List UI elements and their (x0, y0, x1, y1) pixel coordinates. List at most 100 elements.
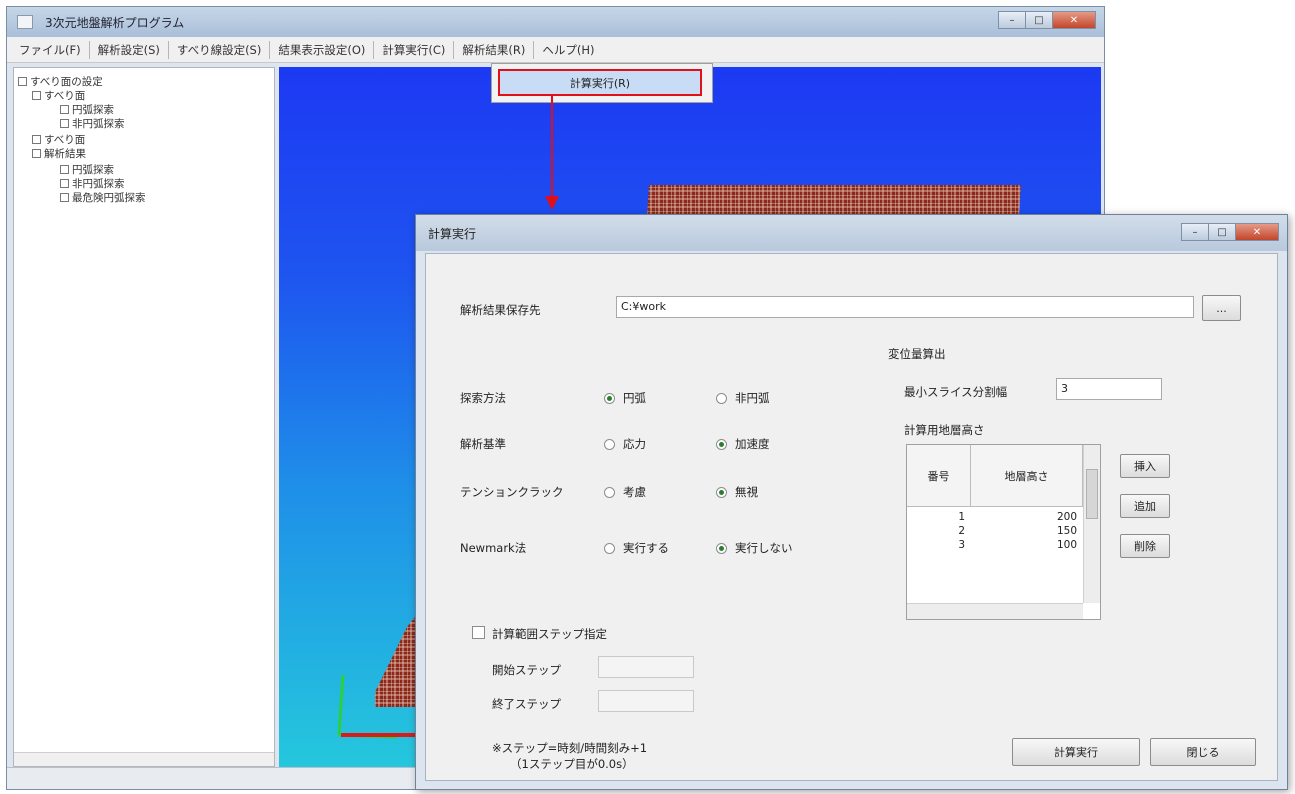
tree-item[interactable]: 非円弧探索 (60, 116, 125, 131)
scrollbar-thumb[interactable] (1086, 469, 1098, 519)
main-titlebar: 3次元地盤解析プログラム – □ ✕ (7, 7, 1104, 37)
layer-height-label: 計算用地層高さ (904, 423, 985, 437)
radio-label: 円弧 (623, 391, 646, 405)
radio-selected-icon (716, 486, 727, 498)
tree-item[interactable]: 非円弧探索 (60, 176, 125, 191)
grid-cell-no[interactable]: 1 (907, 511, 965, 523)
radio-label: 非円弧 (735, 391, 770, 405)
menu-calc-run[interactable]: 計算実行(C) (374, 39, 453, 61)
search-method-circular-radio[interactable]: 円弧 (604, 390, 646, 406)
save-dest-label: 解析結果保存先 (460, 303, 541, 317)
criteria-acceleration-radio[interactable]: 加速度 (716, 436, 770, 452)
tree-item[interactable]: 最危険円弧探索 (60, 190, 146, 205)
search-method-label: 探索方法 (460, 391, 506, 405)
tree-horizontal-scrollbar[interactable] (14, 752, 274, 766)
tree-panel: すべり面の設定 すべり面 円弧探索 非円弧探索 すべり面 解析結果 円弧探索 非… (13, 67, 275, 767)
tree-item-label: 円弧探索 (72, 164, 114, 176)
grid-cell-height[interactable]: 150 (971, 525, 1077, 537)
menu-file[interactable]: ファイル(F) (11, 39, 89, 61)
menu-result-display[interactable]: 結果表示設定(O) (270, 39, 373, 61)
radio-selected-icon (716, 438, 727, 450)
grid-cell-no[interactable]: 3 (907, 539, 965, 551)
step-range-checkbox[interactable] (472, 626, 485, 639)
newmark-norun-radio[interactable]: 実行しない (716, 540, 793, 556)
criteria-label: 解析基準 (460, 437, 506, 451)
save-dest-input[interactable]: C:¥work (616, 296, 1194, 318)
dialog-close-button[interactable]: ✕ (1235, 223, 1279, 241)
dialog-window-controls: – □ ✕ (1181, 223, 1279, 241)
model-top-surface (647, 185, 1021, 215)
dialog-minimize-button[interactable]: – (1181, 223, 1209, 241)
radio-unselected-icon (604, 438, 615, 450)
delete-button[interactable]: 削除 (1120, 534, 1170, 558)
start-step-input[interactable] (598, 656, 694, 678)
minimize-button[interactable]: – (998, 11, 1026, 29)
end-step-label: 終了ステップ (492, 697, 561, 711)
dialog-titlebar: 計算実行 – □ ✕ (416, 215, 1287, 251)
maximize-button[interactable]: □ (1025, 11, 1053, 29)
tree-item[interactable]: 円弧探索 (60, 102, 114, 117)
add-button[interactable]: 追加 (1120, 494, 1170, 518)
window-title: 3次元地盤解析プログラム (45, 16, 185, 30)
newmark-label: Newmark法 (460, 541, 527, 555)
tension-ignore-radio[interactable]: 無視 (716, 484, 758, 500)
tree-item-label: 解析結果 (44, 148, 86, 160)
expand-icon[interactable] (32, 149, 41, 158)
radio-label: 考慮 (623, 485, 646, 499)
close-button[interactable]: ✕ (1052, 11, 1096, 29)
grid-vertical-scrollbar[interactable] (1083, 445, 1100, 603)
tension-consider-radio[interactable]: 考慮 (604, 484, 646, 500)
grid-header-no[interactable]: 番号 (907, 445, 971, 507)
checkbox-icon[interactable] (60, 179, 69, 188)
checkbox-icon[interactable] (60, 193, 69, 202)
newmark-run-radio[interactable]: 実行する (604, 540, 669, 556)
tree-item[interactable]: 円弧探索 (60, 162, 114, 177)
tree-item[interactable]: すべり面 (32, 88, 85, 103)
menu-help[interactable]: ヘルプ(H) (534, 39, 602, 61)
search-method-noncircular-radio[interactable]: 非円弧 (716, 390, 770, 406)
checkbox-icon[interactable] (60, 165, 69, 174)
tree-item-label: 非円弧探索 (72, 178, 125, 190)
checkbox-icon[interactable] (60, 105, 69, 114)
expand-icon[interactable] (32, 91, 41, 100)
calc-menu-dropdown: 計算実行(R) (491, 63, 713, 103)
tree-item-label: 円弧探索 (72, 104, 114, 116)
expand-icon[interactable] (32, 135, 41, 144)
grid-cell-height[interactable]: 100 (971, 539, 1077, 551)
menu-analysis-results[interactable]: 解析結果(R) (454, 39, 533, 61)
tree-item[interactable]: 解析結果 (32, 146, 86, 161)
radio-label: 応力 (623, 437, 646, 451)
tree-item-label: すべり面 (44, 90, 86, 102)
end-step-input[interactable] (598, 690, 694, 712)
menu-analysis-settings[interactable]: 解析設定(S) (90, 39, 168, 61)
tree-item[interactable]: すべり面の設定 (18, 74, 103, 89)
insert-button[interactable]: 挿入 (1120, 454, 1170, 478)
annotation-arrow-icon (545, 96, 559, 210)
step-note-line1: ※ステップ=時刻/時間刻み+1 (492, 741, 648, 755)
layer-height-grid[interactable]: 番号 地層高さ 1 200 2 150 3 100 (906, 444, 1101, 620)
checkbox-icon[interactable] (60, 119, 69, 128)
tree-item[interactable]: すべり面 (32, 132, 85, 147)
grid-cell-no[interactable]: 2 (907, 525, 965, 537)
radio-label: 実行しない (735, 541, 793, 555)
grid-header-height[interactable]: 地層高さ (971, 445, 1083, 507)
grid-cell-height[interactable]: 200 (971, 511, 1077, 523)
run-calc-button[interactable]: 計算実行 (1012, 738, 1140, 766)
criteria-stress-radio[interactable]: 応力 (604, 436, 646, 452)
radio-label: 実行する (623, 541, 669, 555)
displacement-header: 変位量算出 (888, 347, 946, 361)
close-dialog-button[interactable]: 閉じる (1150, 738, 1256, 766)
browse-button[interactable]: ... (1202, 295, 1241, 321)
radio-selected-icon (716, 542, 727, 554)
min-slice-label: 最小スライス分割幅 (904, 385, 1008, 399)
grid-horizontal-scrollbar[interactable] (907, 603, 1083, 619)
dropdown-item-calc-run[interactable]: 計算実行(R) (498, 69, 702, 96)
calc-run-dialog: 計算実行 – □ ✕ 解析結果保存先 C:¥work ... 探索方法 円弧 非… (415, 214, 1288, 790)
expand-icon[interactable] (18, 77, 27, 86)
window-controls: – □ ✕ (998, 11, 1096, 29)
min-slice-input[interactable]: 3 (1056, 378, 1162, 400)
radio-unselected-icon (604, 542, 615, 554)
tree-item-label: 最危険円弧探索 (72, 192, 146, 204)
dialog-maximize-button[interactable]: □ (1208, 223, 1236, 241)
menu-slip-line-settings[interactable]: すべり線設定(S) (169, 39, 269, 61)
